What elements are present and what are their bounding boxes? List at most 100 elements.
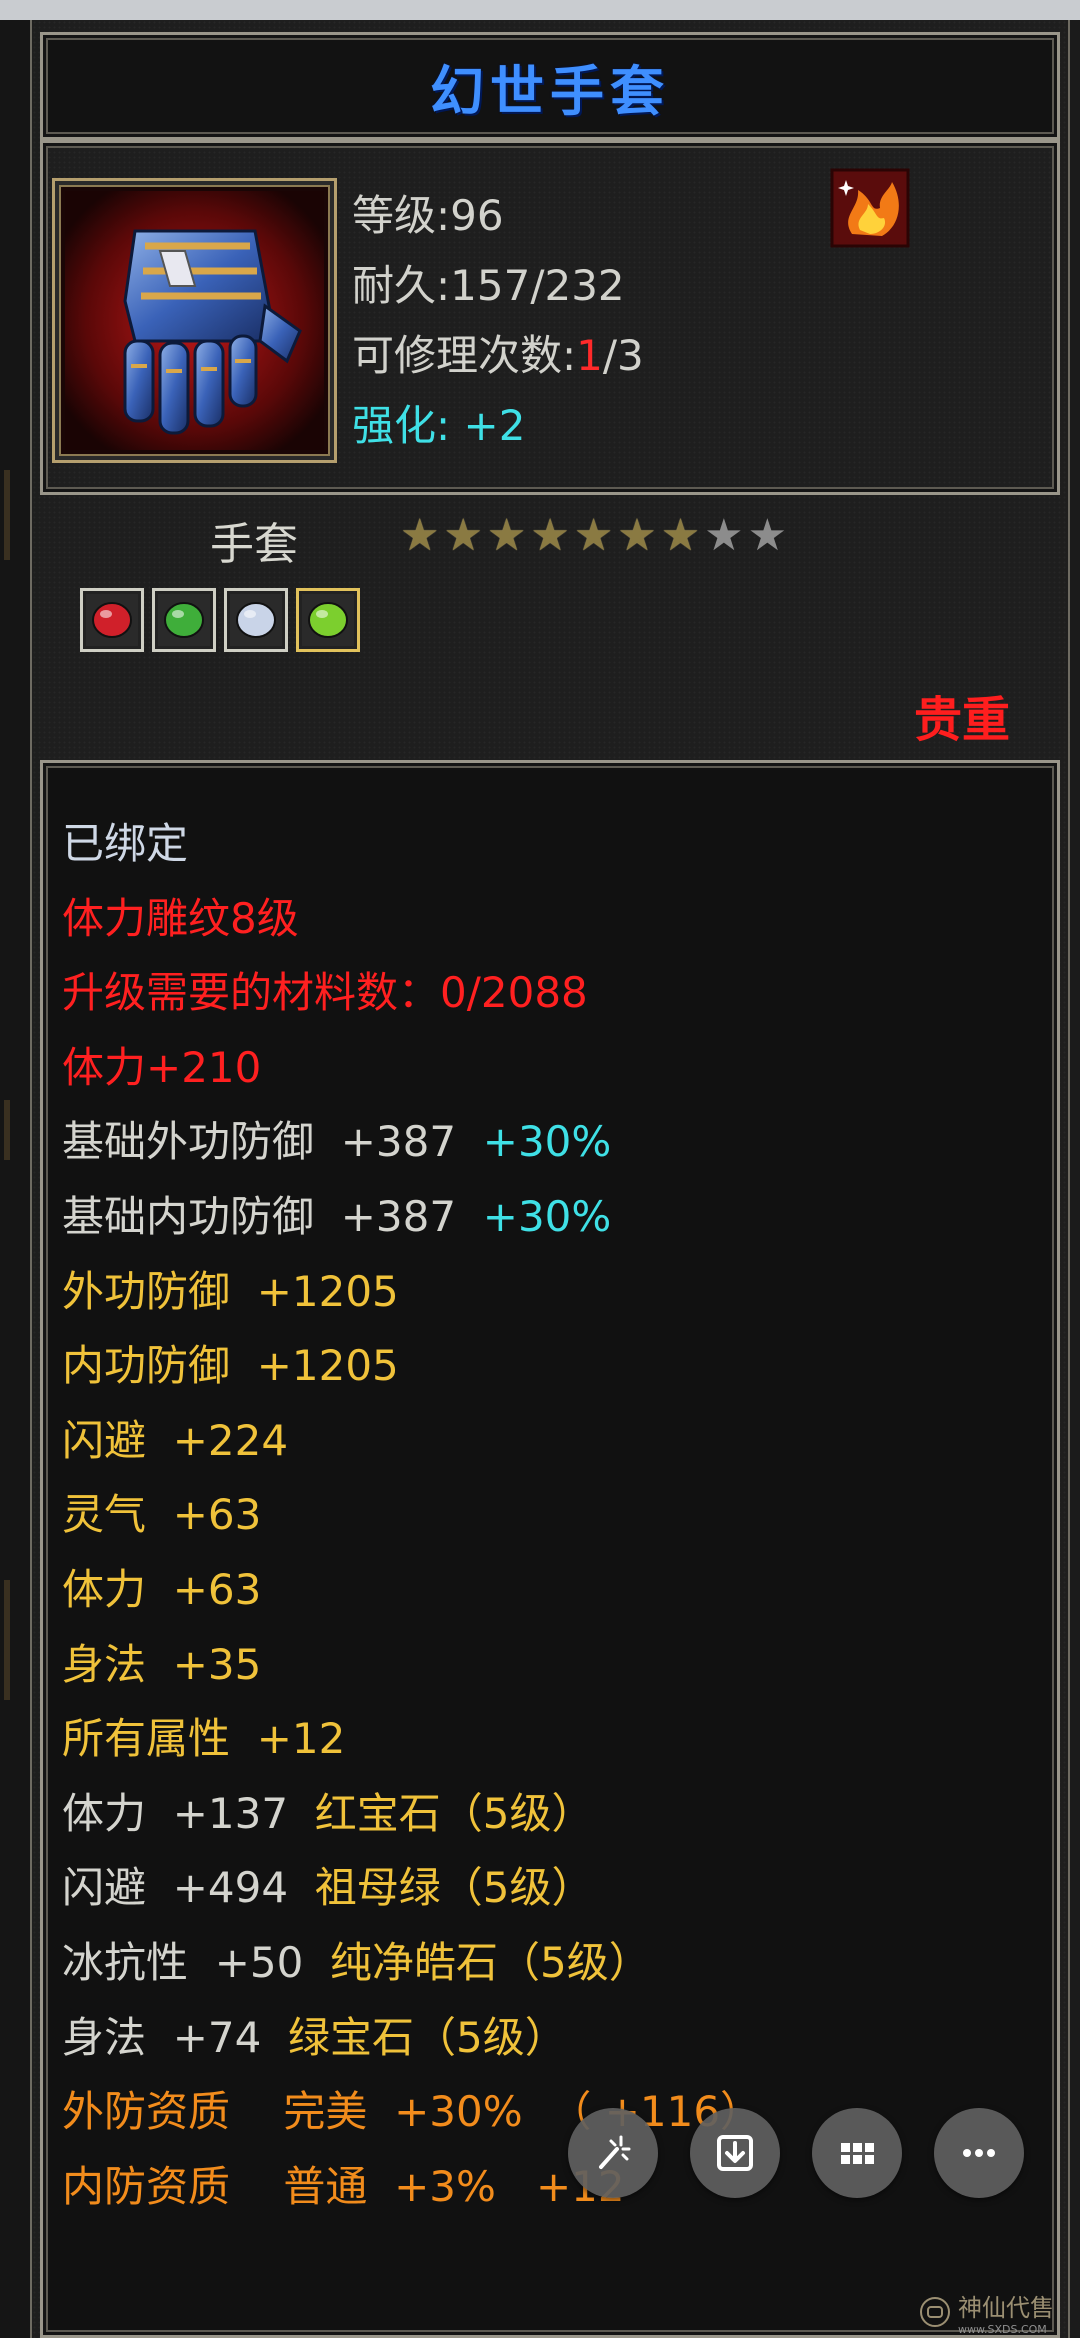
left-edge-panel (0, 20, 30, 2338)
level-value: 96 (450, 191, 504, 240)
star-empty-icon: ★ (747, 510, 788, 561)
attribute-text: +30% (482, 1117, 612, 1167)
ruby-gem-icon[interactable] (80, 588, 144, 652)
attribute-row: 体力+210 (62, 1034, 261, 1095)
durability-label: 耐久 (352, 261, 437, 310)
attribute-text: 冰抗性 +50 (62, 1938, 331, 1987)
star-filled-icon: ★ (573, 510, 614, 561)
attribute-text: +30% (482, 1192, 612, 1241)
attribute-text: 基础外功防御 +387 (62, 1117, 483, 1167)
attribute-row: 身法 +74 绿宝石（5级） (62, 2004, 567, 2065)
attribute-row: 闪避 +494 祖母绿（5级） (62, 1854, 594, 1915)
durability-value: 157/232 (450, 261, 625, 310)
star-filled-icon: ★ (400, 510, 440, 561)
star-rating: ★ ★ ★ ★ ★ ★ ★ ★ ★ (400, 514, 787, 558)
attribute-row: 所有属性 +12 (62, 1705, 345, 1766)
attribute-row: 已绑定 (62, 810, 188, 871)
attribute-text: 内防资质 普通 +3% +12 (62, 2161, 625, 2211)
star-filled-icon: ★ (617, 510, 657, 561)
attribute-text: 升级需要的材料数：0/2088 (62, 968, 588, 1018)
top-strip (0, 0, 1080, 20)
star-filled-icon: ★ (530, 510, 570, 561)
attribute-text: 体力+210 (62, 1042, 262, 1092)
attribute-row: 升级需要的材料数：0/2088 (62, 959, 588, 1020)
attribute-text: 绿宝石（5级） (288, 2012, 567, 2062)
magic-wand-icon (599, 2135, 631, 2169)
download-icon (717, 2135, 753, 2171)
attribute-row: 体力 +137 红宝石（5级） (62, 1780, 594, 1841)
attribute-row: 外功防御 +1205 (62, 1258, 399, 1319)
attribute-text: 外防资质 完美 +30% （ +116） (62, 2087, 763, 2137)
watermark: 神仙代售 www.SXDS.COM (918, 2286, 1080, 2338)
attribute-row: 体力雕纹8级 (62, 885, 299, 946)
attribute-text: 身法 +35 (62, 1639, 262, 1689)
level-row: 等级:96 (352, 182, 504, 243)
attribute-row: 基础内功防御 +387 +30% (62, 1183, 611, 1244)
fire-skill-icon (830, 168, 910, 248)
durability-row: 耐久:157/232 (352, 252, 625, 313)
attribute-row: 体力 +63 (62, 1556, 261, 1617)
magic-wand-button[interactable] (568, 2108, 658, 2198)
grid-icon (841, 2143, 874, 2164)
attribute-text: 外功防御 +1205 (62, 1266, 399, 1316)
watermark-logo-icon (920, 2297, 950, 2327)
attribute-row: 内防资质 普通 +3% +12 (62, 2153, 625, 2214)
repair-separator: : (562, 331, 577, 380)
repair-row: 可修理次数:1/3 (352, 322, 644, 383)
watermark-text: 神仙代售 (958, 2294, 1054, 2322)
attribute-row: 基础外功防御 +387 +30% (62, 1108, 611, 1169)
star-empty-icon: ★ (704, 510, 744, 561)
item-title: 幻世手套 (430, 59, 670, 123)
attribute-text: 闪避 +224 (62, 1415, 289, 1465)
attribute-text: 身法 +74 (62, 2012, 289, 2062)
grid-button[interactable] (812, 2108, 902, 2198)
attribute-text: 体力 +63 (62, 1565, 262, 1614)
watermark-url: www.SXDS.COM (958, 2323, 1047, 2336)
attribute-text: 纯净皓石（5级） (330, 1938, 651, 1987)
repair-total: /3 (602, 331, 644, 380)
star-filled-icon: ★ (443, 510, 483, 561)
attribute-row: 身法 +35 (62, 1631, 261, 1692)
socketed-gems (80, 588, 360, 652)
level-separator: : (436, 191, 451, 240)
star-filled-icon: ★ (660, 510, 701, 561)
download-button[interactable] (690, 2108, 780, 2198)
enhance-row: 强化: +2 (352, 392, 525, 453)
enhance-label: 强化 (352, 401, 437, 450)
attribute-text: 内功防御 +1205 (62, 1341, 399, 1391)
star-filled-icon: ★ (486, 510, 527, 561)
more-button[interactable] (934, 2108, 1024, 2198)
title-bar: 幻世手套 (40, 32, 1060, 140)
attribute-row: 灵气 +63 (62, 1481, 261, 1542)
attribute-text: 体力雕纹8级 (62, 893, 299, 943)
attribute-text: 红宝石（5级） (314, 1788, 594, 1838)
diamond-gem-icon[interactable] (224, 588, 288, 652)
attribute-row: 内功防御 +1205 (62, 1332, 399, 1393)
repair-label: 可修理次数 (352, 331, 563, 380)
enhance-value: +2 (463, 401, 526, 450)
durability-separator: : (436, 261, 451, 310)
attribute-text: 基础内功防御 +387 (62, 1192, 483, 1241)
attribute-row: 外防资质 完美 +30% （ +116） (62, 2078, 762, 2139)
attribute-row: 冰抗性 +50 纯净皓石（5级） (62, 1929, 651, 1990)
attribute-row: 闪避 +224 (62, 1407, 288, 1468)
item-type-label: 手套 (210, 519, 298, 570)
more-icon (963, 2149, 995, 2157)
attribute-text: 体力 +137 (62, 1788, 315, 1838)
green-gem-icon[interactable] (296, 588, 360, 652)
attribute-text: 已绑定 (62, 819, 189, 868)
attribute-text: 祖母绿（5级） (314, 1863, 594, 1913)
attribute-text: 灵气 +63 (62, 1490, 262, 1540)
repair-used: 1 (576, 331, 603, 380)
enhance-separator: : (436, 401, 464, 450)
left-edge-mark (4, 1580, 10, 1700)
emerald-gem-icon[interactable] (152, 588, 216, 652)
rarity-label: 贵重 (913, 692, 1010, 748)
left-edge-mark (4, 470, 10, 560)
left-edge-mark (4, 1100, 10, 1160)
attribute-text: 所有属性 +12 (62, 1714, 346, 1764)
gauntlet-icon (65, 191, 324, 450)
item-icon-frame (52, 178, 337, 463)
level-label: 等级 (352, 191, 437, 240)
attribute-text: 闪避 +494 (62, 1863, 315, 1913)
